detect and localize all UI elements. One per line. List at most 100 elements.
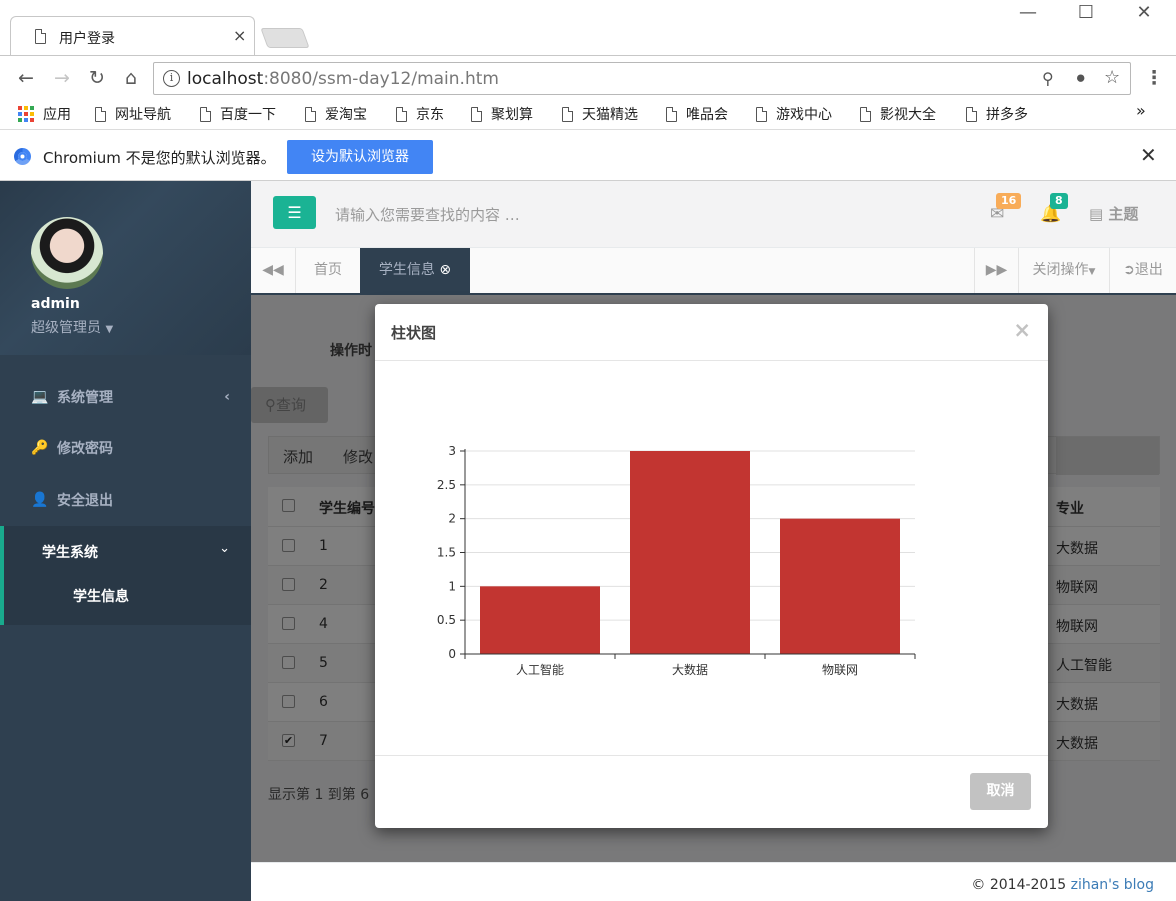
cancel-button[interactable]: 取消 <box>970 773 1031 810</box>
footer: © 2014-2015 zihan's blog <box>251 862 1176 901</box>
content-tabs: ◀◀ 首页 学生信息 ⊗ ▶▶ 关闭操作▼ ➲退出 <box>251 248 1176 295</box>
y-tick-label: 2.5 <box>437 478 456 492</box>
profile-panel: admin 超级管理员 ▼ <box>0 181 251 355</box>
address-bar[interactable]: i localhost:8080/ssm-day12/main.htm ⚲ ⚫ … <box>153 62 1131 95</box>
y-tick-label: 0.5 <box>437 613 456 627</box>
minimize-icon[interactable]: — <box>1008 2 1048 23</box>
bookmark-item[interactable]: 爱淘宝 <box>305 104 367 124</box>
bookmark-item[interactable]: 天猫精选 <box>562 104 638 124</box>
doc-icon <box>860 106 871 122</box>
bookmark-item[interactable]: 聚划算 <box>471 104 533 124</box>
bar <box>780 518 900 654</box>
bookmarks-overflow-icon[interactable]: » <box>1136 101 1146 120</box>
doc-icon <box>200 106 211 122</box>
bar <box>480 586 600 654</box>
x-tick-label: 人工智能 <box>516 662 564 677</box>
doc-icon <box>471 106 482 122</box>
bookmark-item[interactable]: 游戏中心 <box>756 104 832 124</box>
sidebar-group-student[interactable]: 学生系统 ⌄ 学生信息 <box>0 526 251 625</box>
key-icon[interactable]: ⚫ <box>1074 69 1087 88</box>
tab-close-icon[interactable]: × <box>233 26 246 45</box>
y-tick-label: 0 <box>448 647 456 661</box>
back-icon[interactable]: ← <box>14 66 38 90</box>
sidebar-item-system[interactable]: 💻 系统管理 ‹ <box>0 371 251 423</box>
bookmark-item[interactable]: 唯品会 <box>666 104 728 124</box>
bookmarks-bar: 应用 网址导航 百度一下 爱淘宝 京东 聚划算 天猫精选 唯品会 游戏中心 影视… <box>0 99 1176 129</box>
zoom-icon[interactable]: ⚲ <box>1042 69 1054 88</box>
tab-student-info[interactable]: 学生信息 ⊗ <box>360 248 470 293</box>
sidebar-item-password[interactable]: 🔑 修改密码 <box>0 422 251 474</box>
tab-title: 用户登录 <box>59 31 115 47</box>
divider <box>375 755 1048 756</box>
sidebar-item-logout[interactable]: 👤 安全退出 <box>0 474 251 526</box>
new-tab-button[interactable] <box>260 28 310 48</box>
user-name: admin <box>31 296 80 312</box>
maximize-icon[interactable]: ☐ <box>1066 2 1106 23</box>
infobar-text: Chromium 不是您的默认浏览器。 <box>43 149 276 167</box>
sign-out-icon: ➲ <box>1123 262 1135 278</box>
user-remove-icon: 👤 <box>31 492 49 508</box>
bell-count-badge: 8 <box>1050 193 1068 209</box>
footer-link[interactable]: zihan's blog <box>1071 877 1154 893</box>
tabs-scroll-left-icon[interactable]: ◀◀ <box>251 248 296 293</box>
doc-icon <box>966 106 977 122</box>
browser-titlebar: 用户登录 × — ☐ ✕ <box>0 0 1176 56</box>
bookmark-apps[interactable]: 应用 <box>18 104 71 124</box>
bookmark-item[interactable]: 影视大全 <box>860 104 936 124</box>
chevron-left-icon: ‹ <box>224 389 230 405</box>
bookmark-item[interactable]: 网址导航 <box>95 104 171 124</box>
doc-icon <box>562 106 573 122</box>
search-input[interactable]: 请输入您需要查找的内容 … <box>335 204 520 225</box>
page-icon <box>35 29 46 44</box>
y-tick-label: 1 <box>448 579 456 593</box>
infobar-close-icon[interactable]: ✕ <box>1140 143 1157 167</box>
bookmark-item[interactable]: 百度一下 <box>200 104 276 124</box>
sidebar-group-label[interactable]: 学生系统 <box>42 542 98 562</box>
tab-close-icon: ⊗ <box>439 262 452 278</box>
info-icon[interactable]: i <box>163 70 180 87</box>
bar <box>630 451 750 654</box>
doc-icon <box>95 106 106 122</box>
x-tick-label: 物联网 <box>822 663 858 677</box>
home-icon[interactable]: ⌂ <box>119 66 143 90</box>
divider <box>375 360 1048 361</box>
x-tick-label: 大数据 <box>672 662 708 677</box>
doc-icon <box>396 106 407 122</box>
bar-chart: 0 0.5 1 1.5 2 2.5 3 人工智能 大数据 物联网 <box>437 444 916 677</box>
sidebar: admin 超级管理员 ▼ 💻 系统管理 ‹ 🔑 修改密码 👤 安全退出 学生系… <box>0 181 251 901</box>
bookmark-item[interactable]: 京东 <box>396 104 444 124</box>
set-default-browser-button[interactable]: 设为默认浏览器 <box>287 140 433 174</box>
chromium-icon <box>14 148 31 165</box>
user-role-dropdown[interactable]: 超级管理员 ▼ <box>31 317 113 337</box>
url-text: localhost:8080/ssm-day12/main.htm <box>187 69 499 89</box>
browser-tab[interactable]: 用户登录 × <box>10 16 255 56</box>
y-tick-label: 1.5 <box>437 546 456 560</box>
close-icon[interactable]: ✕ <box>1124 2 1164 23</box>
key-icon: 🔑 <box>31 440 49 456</box>
doc-icon <box>756 106 767 122</box>
menu-icon[interactable]: ⋮ <box>1142 66 1166 90</box>
tab-home[interactable]: 首页 <box>296 248 360 293</box>
desktop-icon: 💻 <box>31 389 49 405</box>
menu-toggle-button[interactable]: ☰ <box>273 196 316 229</box>
tabs-scroll-right-icon[interactable]: ▶▶ <box>974 248 1019 293</box>
theme-button[interactable]: ▤ 主题 <box>1089 203 1138 224</box>
sidebar-item-student-info[interactable]: 学生信息 <box>73 586 129 606</box>
top-navbar: ☰ 请输入您需要查找的内容 … ✉ 16 🔔 8 ▤ 主题 <box>251 181 1176 248</box>
close-ops-dropdown[interactable]: 关闭操作▼ <box>1019 248 1110 293</box>
modal-title: 柱状图 <box>391 324 437 342</box>
tasks-icon: ▤ <box>1089 205 1104 223</box>
apps-grid-icon <box>18 106 34 122</box>
caret-down-icon: ▼ <box>105 324 114 335</box>
star-icon[interactable]: ☆ <box>1104 67 1120 88</box>
browser-toolbar: ← → ↻ ⌂ i localhost:8080/ssm-day12/main.… <box>0 55 1176 99</box>
forward-icon[interactable]: → <box>50 66 74 90</box>
y-tick-label: 2 <box>448 512 456 526</box>
logout-button[interactable]: ➲退出 <box>1110 248 1176 293</box>
reload-icon[interactable]: ↻ <box>85 66 109 90</box>
default-browser-infobar: Chromium 不是您的默认浏览器。 设为默认浏览器 ✕ <box>0 129 1176 181</box>
modal-close-icon[interactable]: × <box>1013 318 1031 342</box>
doc-icon <box>305 106 316 122</box>
bookmark-item[interactable]: 拼多多 <box>966 104 1028 124</box>
avatar[interactable] <box>31 217 103 289</box>
